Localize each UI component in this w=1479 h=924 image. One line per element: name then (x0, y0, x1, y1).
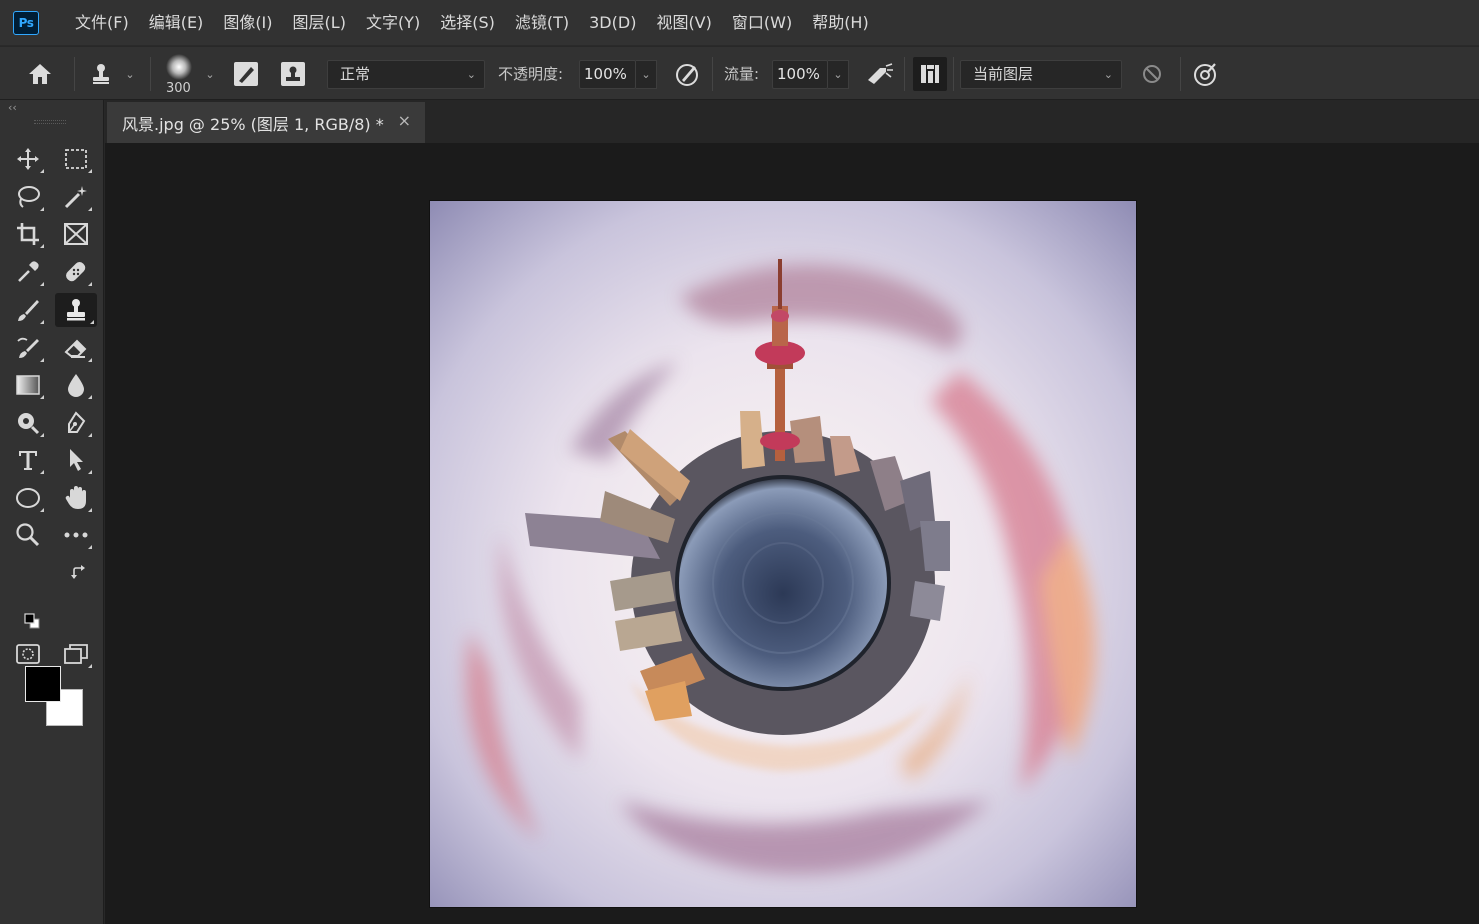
blend-mode-chevron-icon: ⌄ (466, 68, 476, 81)
clone-stamp-tool-icon[interactable] (55, 293, 97, 327)
hand-tool-icon[interactable] (57, 481, 95, 515)
crop-tool-icon[interactable] (9, 217, 47, 251)
clone-stamp-preset-icon[interactable] (86, 47, 116, 101)
pen-tool-icon[interactable] (57, 406, 95, 440)
canvas-area[interactable] (105, 143, 1479, 924)
sample-layers-value: 当前图层 (973, 65, 1034, 83)
more-tools-icon[interactable] (57, 518, 95, 552)
brush-chevron-down-icon[interactable]: ⌄ (200, 47, 220, 101)
opacity-input[interactable]: 100% (579, 60, 636, 89)
menu-image[interactable]: 图像(I) (213, 0, 282, 46)
history-brush-tool-icon[interactable] (9, 331, 47, 365)
opacity-label: 不透明度: (498, 65, 564, 83)
options-bar: ⌄ 300 ⌄ 正常 ⌄ 不透明度: 100% ⌄ 流量: 100% ⌄ 当前图… (0, 46, 1479, 100)
flow-input[interactable]: 100% (772, 60, 828, 89)
aligned-toggle-icon[interactable] (913, 57, 947, 91)
move-tool-icon[interactable] (9, 142, 47, 176)
menu-bar: Ps 文件(F) 编辑(E) 图像(I) 图层(L) 文字(Y) 选择(S) 滤… (0, 0, 1479, 46)
tools-panel: ‹‹ (0, 100, 104, 924)
document-tab-title: 风景.jpg @ 25% (图层 1, RGB/8) * (122, 114, 384, 134)
frame-tool-icon[interactable] (57, 217, 95, 251)
blend-mode-dropdown[interactable]: 正常 ⌄ (327, 60, 485, 89)
clone-source-panel-icon[interactable] (277, 47, 309, 101)
menu-filter[interactable]: 滤镜(T) (505, 0, 579, 46)
eyedropper-tool-icon[interactable] (9, 255, 47, 289)
blend-mode-value: 正常 (340, 65, 371, 83)
foreground-color-swatch[interactable] (25, 666, 61, 702)
menu-edit[interactable]: 编辑(E) (139, 0, 214, 46)
toolbar-grip[interactable] (34, 120, 66, 124)
type-tool-icon[interactable] (9, 443, 47, 477)
menu-type[interactable]: 文字(Y) (356, 0, 430, 46)
menu-items: 文件(F) 编辑(E) 图像(I) 图层(L) 文字(Y) 选择(S) 滤镜(T… (65, 0, 879, 46)
screen-mode-icon[interactable] (57, 637, 95, 671)
sample-layers-chevron-icon: ⌄ (1103, 68, 1113, 81)
pressure-opacity-icon[interactable] (670, 47, 704, 101)
swap-colors-icon[interactable] (68, 562, 90, 584)
brush-tool-icon[interactable] (9, 293, 47, 327)
default-colors-icon[interactable] (22, 611, 42, 631)
preset-chevron-down-icon[interactable]: ⌄ (120, 47, 140, 101)
close-tab-icon[interactable]: × (398, 111, 411, 130)
flow-chevron-icon[interactable]: ⌄ (828, 60, 849, 89)
opacity-chevron-icon[interactable]: ⌄ (636, 60, 657, 89)
document-image (430, 201, 1136, 907)
menu-help[interactable]: 帮助(H) (802, 0, 879, 46)
brush-settings-panel-icon[interactable] (230, 47, 262, 101)
menu-file[interactable]: 文件(F) (65, 0, 139, 46)
brush-size-value: 300 (166, 81, 191, 96)
tiny-planet-image[interactable] (430, 201, 1136, 907)
ellipse-tool-icon[interactable] (9, 481, 47, 515)
magic-wand-tool-icon[interactable] (57, 180, 95, 214)
zoom-tool-icon[interactable] (9, 518, 47, 552)
airbrush-icon[interactable] (860, 47, 898, 101)
blur-tool-icon[interactable] (57, 368, 95, 402)
ignore-adjustment-layers-icon[interactable] (1136, 47, 1168, 101)
flow-label: 流量: (724, 65, 760, 83)
path-selection-tool-icon[interactable] (57, 443, 95, 477)
dodge-tool-icon[interactable] (9, 406, 47, 440)
menu-3d[interactable]: 3D(D) (579, 0, 646, 46)
menu-layer[interactable]: 图层(L) (283, 0, 356, 46)
home-icon[interactable] (22, 47, 58, 101)
collapse-toolbar-icon[interactable]: ‹‹ (8, 101, 17, 114)
document-tab-strip: 风景.jpg @ 25% (图层 1, RGB/8) * × (105, 100, 1479, 143)
menu-window[interactable]: 窗口(W) (722, 0, 802, 46)
gradient-tool-icon[interactable] (9, 368, 47, 402)
marquee-tool-icon[interactable] (57, 142, 95, 176)
lasso-tool-icon[interactable] (9, 180, 47, 214)
photoshop-logo[interactable]: Ps (13, 10, 39, 35)
healing-brush-tool-icon[interactable] (57, 255, 95, 289)
menu-select[interactable]: 选择(S) (430, 0, 505, 46)
sample-layers-dropdown[interactable]: 当前图层 ⌄ (960, 60, 1122, 89)
eraser-tool-icon[interactable] (57, 331, 95, 365)
pressure-size-icon[interactable] (1188, 47, 1222, 101)
menu-view[interactable]: 视图(V) (646, 0, 721, 46)
document-tab[interactable]: 风景.jpg @ 25% (图层 1, RGB/8) * × (107, 102, 425, 143)
